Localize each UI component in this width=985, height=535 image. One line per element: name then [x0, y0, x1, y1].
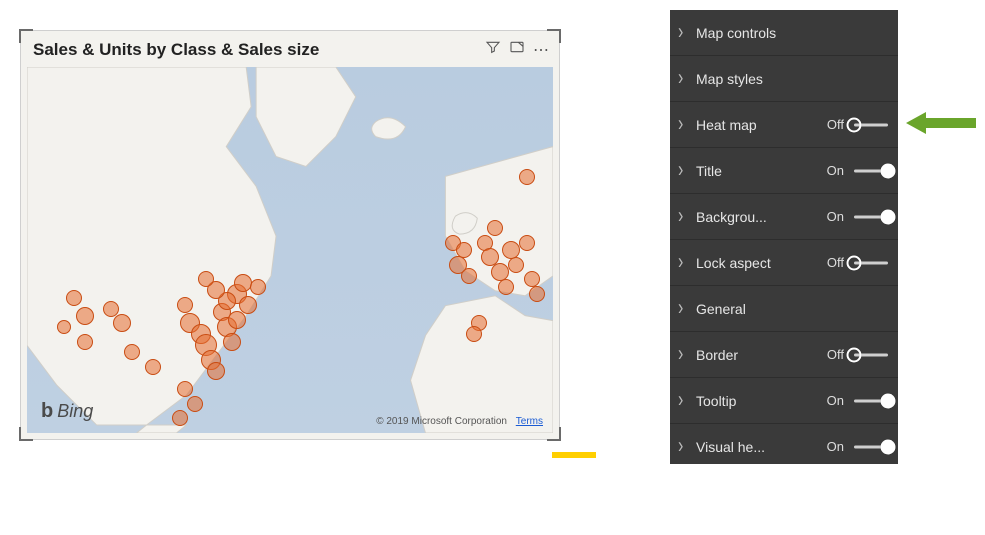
visual-header: Sales & Units by Class & Sales size ⋯ [21, 31, 559, 64]
map-bubble[interactable] [519, 235, 535, 251]
chevron-right-icon: › [678, 297, 692, 319]
format-section-tooltip[interactable]: ›TooltipOn [670, 378, 898, 424]
toggle-state-label: On [816, 209, 844, 224]
selection-marker [552, 452, 596, 458]
map-bubble[interactable] [66, 290, 82, 306]
map-bubble[interactable] [529, 286, 545, 302]
chevron-right-icon: › [678, 113, 692, 135]
format-section-label: Lock aspect [692, 255, 816, 271]
world-landmass [27, 67, 553, 433]
chevron-right-icon: › [678, 343, 692, 365]
toggle-state-label: Off [816, 255, 844, 270]
format-section-label: Border [692, 347, 816, 363]
map-bubble[interactable] [228, 311, 246, 329]
toggle-switch[interactable] [854, 255, 888, 271]
map-bubble[interactable] [177, 381, 193, 397]
map-bubble[interactable] [487, 220, 503, 236]
toggle-switch[interactable] [854, 439, 888, 455]
toggle-state-label: On [816, 439, 844, 454]
map-bubble[interactable] [172, 410, 188, 426]
toggle-switch[interactable] [854, 347, 888, 363]
formatting-pane: ›Map controls›Map styles›Heat mapOff›Tit… [670, 10, 898, 464]
format-section-label: Visual he... [692, 439, 816, 455]
format-section-map-controls[interactable]: ›Map controls [670, 10, 898, 56]
chevron-right-icon: › [678, 389, 692, 411]
format-section-label: Backgrou... [692, 209, 816, 225]
terms-link[interactable]: Terms [516, 416, 543, 427]
map-bubble[interactable] [524, 271, 540, 287]
chevron-right-icon: › [678, 251, 692, 273]
map-bubble[interactable] [234, 274, 252, 292]
map-bubble[interactable] [461, 268, 477, 284]
format-section-label: Map styles [692, 71, 888, 87]
bing-logo: bBing [41, 400, 93, 423]
map-bubble[interactable] [207, 362, 225, 380]
format-section-backgrou[interactable]: ›Backgrou...On [670, 194, 898, 240]
toggle-state-label: Off [816, 117, 844, 132]
toggle-state-label: On [816, 163, 844, 178]
format-section-visual-he[interactable]: ›Visual he...On [670, 424, 898, 464]
toggle-state-label: On [816, 393, 844, 408]
chevron-right-icon: › [678, 67, 692, 89]
toggle-switch[interactable] [854, 393, 888, 409]
map-bubble[interactable] [466, 326, 482, 342]
map-attribution: © 2019 Microsoft Corporation Terms [376, 416, 543, 427]
map-bubble[interactable] [187, 396, 203, 412]
map-bubble[interactable] [113, 314, 131, 332]
map-canvas[interactable]: bBing © 2019 Microsoft Corporation Terms [27, 67, 553, 433]
format-section-lock-aspect[interactable]: ›Lock aspectOff [670, 240, 898, 286]
map-bubble[interactable] [508, 257, 524, 273]
map-bubble[interactable] [77, 334, 93, 350]
format-section-label: Heat map [692, 117, 816, 133]
focus-mode-icon[interactable] [509, 39, 525, 60]
map-bubble[interactable] [124, 344, 140, 360]
toggle-state-label: Off [816, 347, 844, 362]
format-section-heat-map[interactable]: ›Heat mapOff [670, 102, 898, 148]
filter-icon[interactable] [485, 39, 501, 60]
map-bubble[interactable] [198, 271, 214, 287]
chevron-right-icon: › [678, 21, 692, 43]
chevron-right-icon: › [678, 159, 692, 181]
chevron-right-icon: › [678, 205, 692, 227]
map-bubble[interactable] [177, 297, 193, 313]
map-bubble[interactable] [145, 359, 161, 375]
map-visual-card[interactable]: Sales & Units by Class & Sales size ⋯ [20, 30, 560, 440]
map-bubble[interactable] [76, 307, 94, 325]
format-section-label: General [692, 301, 888, 317]
toggle-switch[interactable] [854, 117, 888, 133]
toggle-switch[interactable] [854, 209, 888, 225]
map-bubble[interactable] [250, 279, 266, 295]
map-bubble[interactable] [519, 169, 535, 185]
format-section-map-styles[interactable]: ›Map styles [670, 56, 898, 102]
format-section-label: Tooltip [692, 393, 816, 409]
format-section-general[interactable]: ›General [670, 286, 898, 332]
visual-title: Sales & Units by Class & Sales size [33, 40, 485, 60]
format-section-border[interactable]: ›BorderOff [670, 332, 898, 378]
more-options-icon[interactable]: ⋯ [533, 40, 551, 60]
format-section-label: Map controls [692, 25, 888, 41]
chevron-right-icon: › [678, 435, 692, 457]
format-section-title[interactable]: ›TitleOn [670, 148, 898, 194]
map-bubble[interactable] [57, 320, 71, 334]
map-bubble[interactable] [223, 333, 241, 351]
callout-arrow [906, 110, 976, 136]
map-bubble[interactable] [498, 279, 514, 295]
toggle-switch[interactable] [854, 163, 888, 179]
format-section-label: Title [692, 163, 816, 179]
